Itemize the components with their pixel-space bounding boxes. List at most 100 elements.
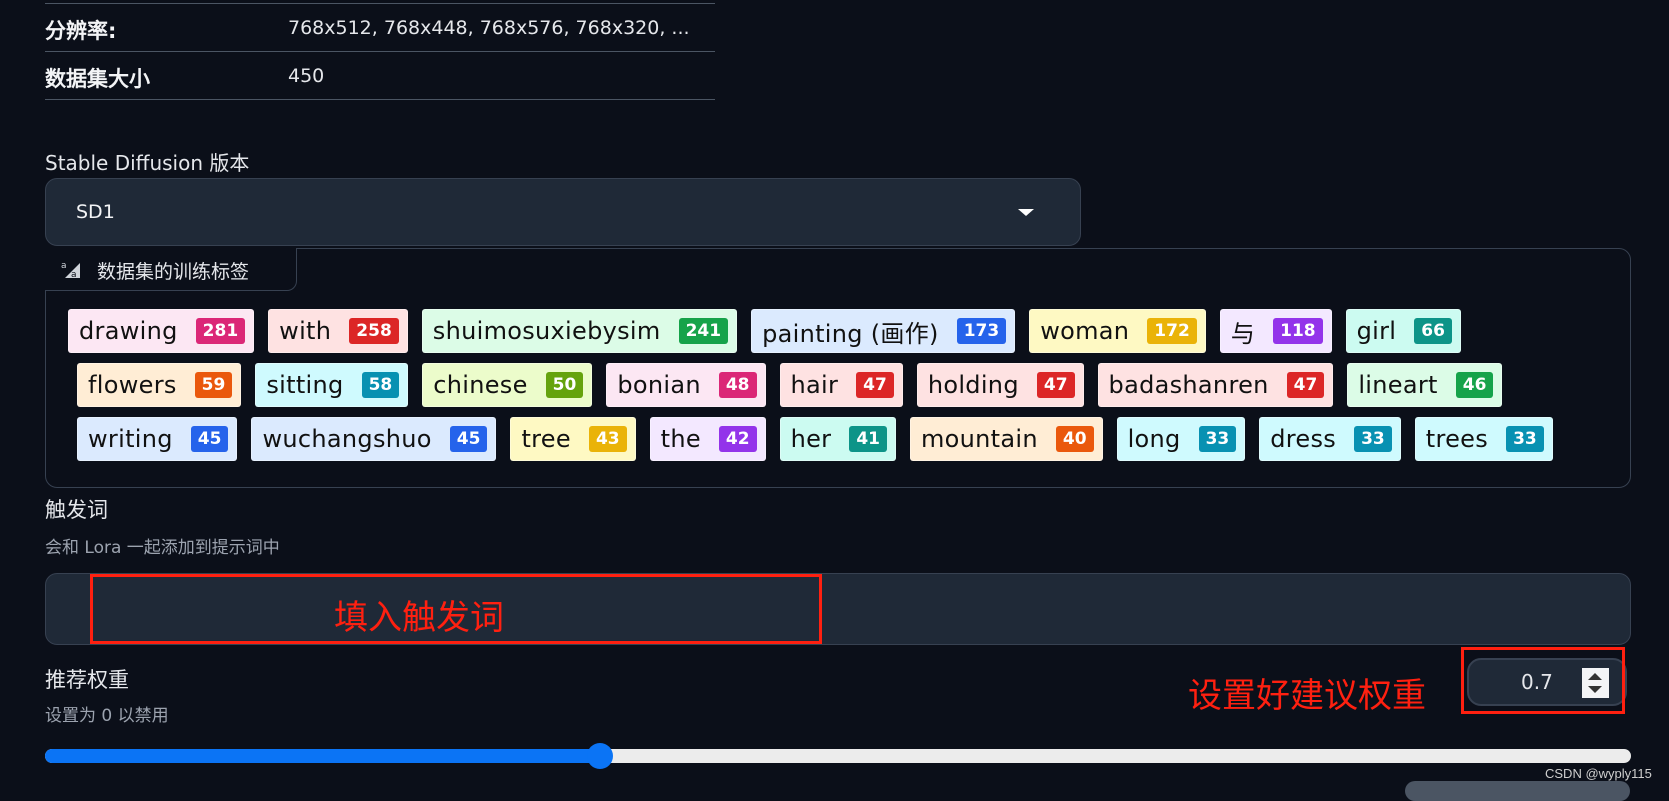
tag-chip[interactable]: drawing 281 <box>68 309 255 353</box>
tag-label: her <box>790 425 832 453</box>
tag-chip[interactable]: flowers 59 <box>77 363 242 407</box>
tag-label: with <box>279 317 332 345</box>
annotation-box-weight <box>1461 647 1625 714</box>
tag-label: holding <box>927 371 1019 399</box>
tag-label: drawing <box>79 317 178 345</box>
tag-count-badge: 48 <box>718 372 757 398</box>
tag-count-badge: 47 <box>856 372 894 398</box>
tag-count-badge: 33 <box>1198 426 1237 452</box>
text-tag-icon: a a <box>61 261 80 279</box>
tag-label: 与 <box>1230 319 1256 348</box>
tag-count-badge: 33 <box>1506 426 1544 452</box>
tag-label: tree <box>521 425 571 453</box>
tag-chip[interactable]: dress 33 <box>1259 417 1401 461</box>
tag-chip[interactable]: woman 172 <box>1029 309 1206 353</box>
recommended-weight-label: 推荐权重 <box>45 668 129 692</box>
tag-count-badge: 281 <box>195 318 246 344</box>
tag-chip[interactable]: lineart 46 <box>1347 363 1503 407</box>
tag-label: long <box>1127 425 1181 453</box>
tag-chip[interactable]: hair 47 <box>779 363 903 407</box>
tag-label: lineart <box>1358 371 1438 399</box>
tag-count-badge: 47 <box>1286 372 1325 398</box>
tag-label: flowers <box>88 371 177 399</box>
tag-label: mountain <box>921 425 1038 453</box>
tag-row: drawing 281 with 258 shuimosuxiebysim 241 pain… <box>68 309 1461 353</box>
annotation-text-trigger: 填入触发词 <box>334 598 504 638</box>
tag-chip[interactable]: painting (画作) 173 <box>751 309 1016 353</box>
tag-count-badge: 58 <box>361 372 400 398</box>
sd-version-dropdown[interactable]: SD1 <box>45 178 1081 246</box>
info-key-resolution: 分辨率: <box>45 19 117 43</box>
tag-label: writing <box>88 425 173 453</box>
recommended-weight-description: 设置为 0 以禁用 <box>45 706 169 726</box>
tag-chip[interactable]: badashanren 47 <box>1097 363 1334 407</box>
tag-label: hair <box>790 371 839 399</box>
tag-chip[interactable]: 与 118 <box>1219 309 1332 353</box>
table-divider <box>45 3 715 4</box>
tag-label: the <box>660 425 701 453</box>
tag-chip[interactable]: mountain 40 <box>910 417 1103 461</box>
tag-count-badge: 172 <box>1147 318 1197 344</box>
tag-chip[interactable]: her 41 <box>779 417 896 461</box>
training-tags-title: 数据集的训练标签 <box>97 261 250 283</box>
tag-chip[interactable]: tree 43 <box>510 417 636 461</box>
tag-chip[interactable]: shuimosuxiebysim 241 <box>421 309 738 353</box>
tag-count-badge: 46 <box>1455 372 1494 398</box>
weight-slider[interactable] <box>45 743 1631 769</box>
tag-chip[interactable]: holding 47 <box>916 363 1084 407</box>
tag-label: dress <box>1270 425 1337 453</box>
tag-chip[interactable]: the 42 <box>649 417 766 461</box>
info-key-dataset-size: 数据集大小 <box>45 67 150 91</box>
tag-count-badge: 41 <box>849 426 887 452</box>
tag-count-badge: 33 <box>1354 426 1392 452</box>
tag-count-badge: 173 <box>956 318 1007 344</box>
tag-row: writing 45 wuchangshuo 45 tree 43 the 42 her 41 mo… <box>77 417 1553 461</box>
tag-label: bonian <box>617 371 701 399</box>
tag-chip[interactable]: trees 33 <box>1414 417 1553 461</box>
tag-chip[interactable]: bonian 48 <box>606 363 766 407</box>
tag-count-badge: 50 <box>545 372 584 398</box>
svg-text:a: a <box>71 270 77 279</box>
tag-count-badge: 40 <box>1055 426 1094 452</box>
trigger-words-label: 触发词 <box>45 498 108 522</box>
tag-chip[interactable]: writing 45 <box>77 417 238 461</box>
tag-label: sitting <box>266 371 344 399</box>
tag-row: flowers 59 sitting 58 chinese 50 bonian 48 hair 4… <box>77 363 1503 407</box>
tag-label: badashanren <box>1108 371 1269 399</box>
sd-version-selected: SD1 <box>76 201 115 223</box>
tag-chip[interactable]: with 258 <box>268 309 408 353</box>
tag-label: shuimosuxiebysim <box>432 317 661 345</box>
slider-thumb[interactable] <box>587 743 613 769</box>
partial-button[interactable] <box>1405 781 1630 801</box>
tag-chip[interactable]: girl 66 <box>1345 309 1461 353</box>
tag-label: trees <box>1425 425 1489 453</box>
tag-label: woman <box>1040 317 1130 345</box>
sd-version-label: Stable Diffusion 版本 <box>45 151 250 175</box>
tag-chip[interactable]: long 33 <box>1116 417 1246 461</box>
tag-label: chinese <box>433 371 528 399</box>
training-tags-header: a a 数据集的训练标签 <box>45 248 297 291</box>
info-value-dataset-size: 450 <box>288 65 325 87</box>
tag-count-badge: 66 <box>1414 318 1452 344</box>
tag-chip[interactable]: chinese 50 <box>422 363 593 407</box>
tag-count-badge: 45 <box>449 426 488 452</box>
watermark: CSDN @wyply115 <box>1545 766 1652 781</box>
tag-count-badge: 43 <box>588 426 627 452</box>
tag-chip[interactable]: wuchangshuo 45 <box>251 417 497 461</box>
tag-count-badge: 42 <box>718 426 757 452</box>
tag-label: girl <box>1356 317 1397 345</box>
tag-chip[interactable]: sitting 58 <box>255 363 409 407</box>
table-divider <box>45 99 715 100</box>
tag-count-badge: 118 <box>1273 318 1323 344</box>
chevron-down-icon[interactable] <box>1018 209 1034 216</box>
trigger-words-description: 会和 Lora 一起添加到提示词中 <box>45 538 280 558</box>
tag-count-badge: 59 <box>194 372 233 398</box>
info-value-resolution: 768x512, 768x448, 768x576, 768x320, ... <box>288 17 690 39</box>
tag-count-badge: 241 <box>678 318 729 344</box>
tag-label: wuchangshuo <box>262 425 432 453</box>
tag-count-badge: 47 <box>1036 372 1075 398</box>
table-divider <box>45 51 715 52</box>
tag-count-badge: 258 <box>349 318 399 344</box>
tag-label: painting (画作) <box>762 319 939 348</box>
slider-fill <box>45 749 600 763</box>
